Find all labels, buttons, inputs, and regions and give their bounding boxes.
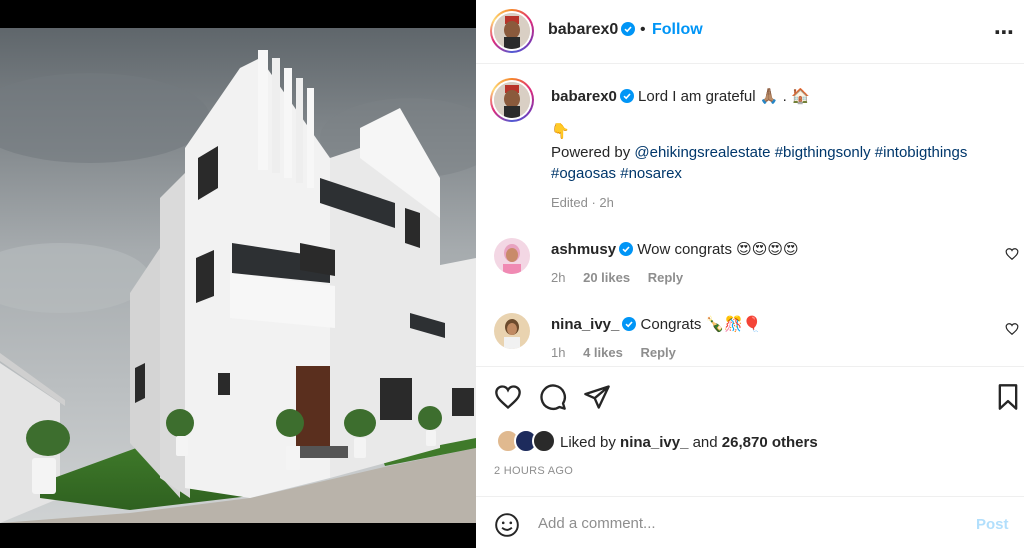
post-timestamp[interactable]: 2 HOURS AGO (494, 465, 573, 477)
likes-count[interactable]: 26,870 others (722, 434, 818, 451)
avatar[interactable] (490, 9, 534, 53)
hashtag-links[interactable]: #ogaosas #nosarex (551, 165, 682, 182)
comment-likes[interactable]: 20 likes (583, 270, 630, 285)
post-modal: babarex0 • Follow ⋯ babarex0 Lord I am g… (0, 0, 1024, 548)
heart-icon[interactable] (1005, 247, 1019, 261)
comment-meta: 1h 4 likes Reply (551, 345, 676, 360)
comment-input[interactable] (538, 511, 958, 535)
comment-text: nina_ivy_ Congrats 🍾🎊🎈 (551, 315, 762, 333)
mention-link[interactable]: @ehikingsrealestate (634, 144, 770, 161)
post-details-panel: babarex0 • Follow ⋯ babarex0 Lord I am g… (476, 0, 1024, 548)
reply-button[interactable]: Reply (640, 345, 675, 360)
verified-icon (619, 242, 634, 256)
comment-meta: 2h 20 likes Reply (551, 270, 683, 285)
profile-photo (494, 13, 530, 49)
action-bar: Liked by nina_ivy_ and 26,870 others 2 H… (476, 366, 1024, 496)
caption-body: Lord I am grateful 🙏🏽 . 🏠 (638, 88, 810, 105)
post-image[interactable] (0, 28, 476, 523)
comment-body: Wow congrats 😍😍😍😍 (637, 241, 799, 258)
comment-text: ashmusy Wow congrats 😍😍😍😍 (551, 240, 799, 258)
verified-icon (621, 22, 636, 36)
comment-item: ashmusy Wow congrats 😍😍😍😍 2h 20 likes Re… (476, 238, 1024, 308)
heart-icon[interactable] (1005, 322, 1019, 336)
commenter-avatar[interactable] (494, 313, 530, 349)
emoji-icon[interactable] (494, 512, 520, 538)
caption-username[interactable]: babarex0 (551, 88, 617, 105)
powered-by-text: Powered by (551, 144, 631, 161)
heart-icon[interactable] (494, 383, 522, 411)
comment-body: Congrats 🍾🎊🎈 (640, 316, 762, 333)
likes-summary: Liked by nina_ivy_ and 26,870 others (560, 434, 818, 451)
comment-time: 1h (551, 345, 566, 360)
post-author-username[interactable]: babarex0 (548, 21, 636, 39)
avatar (532, 429, 556, 453)
commenter-avatar[interactable] (494, 238, 530, 274)
verified-icon (619, 89, 634, 103)
verified-icon (622, 317, 637, 331)
hashtag-links[interactable]: #bigthingsonly #intobigthings (775, 144, 968, 161)
profile-photo (494, 82, 530, 118)
username-text[interactable]: babarex0 (548, 21, 618, 38)
liked-by-user[interactable]: nina_ivy_ (620, 434, 688, 451)
caption-text: babarex0 Lord I am grateful 🙏🏽 . 🏠 👇 Pow… (551, 86, 1006, 213)
liked-by-and: and (692, 434, 718, 451)
separator-dot: • (640, 21, 646, 38)
pointing-down-emoji: 👇 (551, 123, 570, 140)
comment-time: 2h (551, 270, 566, 285)
share-icon[interactable] (583, 383, 611, 411)
commenter-username[interactable]: ashmusy (551, 241, 616, 258)
follow-button[interactable]: Follow (652, 21, 703, 39)
reply-button[interactable]: Reply (648, 270, 683, 285)
more-icon[interactable]: ⋯ (994, 20, 1015, 45)
comment-icon[interactable] (539, 383, 567, 411)
caption-avatar[interactable] (490, 78, 534, 122)
post-button[interactable]: Post (976, 516, 1009, 533)
add-comment-bar: Post (476, 496, 1024, 548)
comment-likes[interactable]: 4 likes (583, 345, 623, 360)
edited-timestamp: Edited · 2h (551, 195, 614, 210)
post-header: babarex0 • Follow ⋯ (476, 0, 1024, 64)
commenter-username[interactable]: nina_ivy_ (551, 316, 619, 333)
bookmark-icon[interactable] (994, 383, 1022, 411)
liked-by-prefix: Liked by (560, 434, 616, 451)
